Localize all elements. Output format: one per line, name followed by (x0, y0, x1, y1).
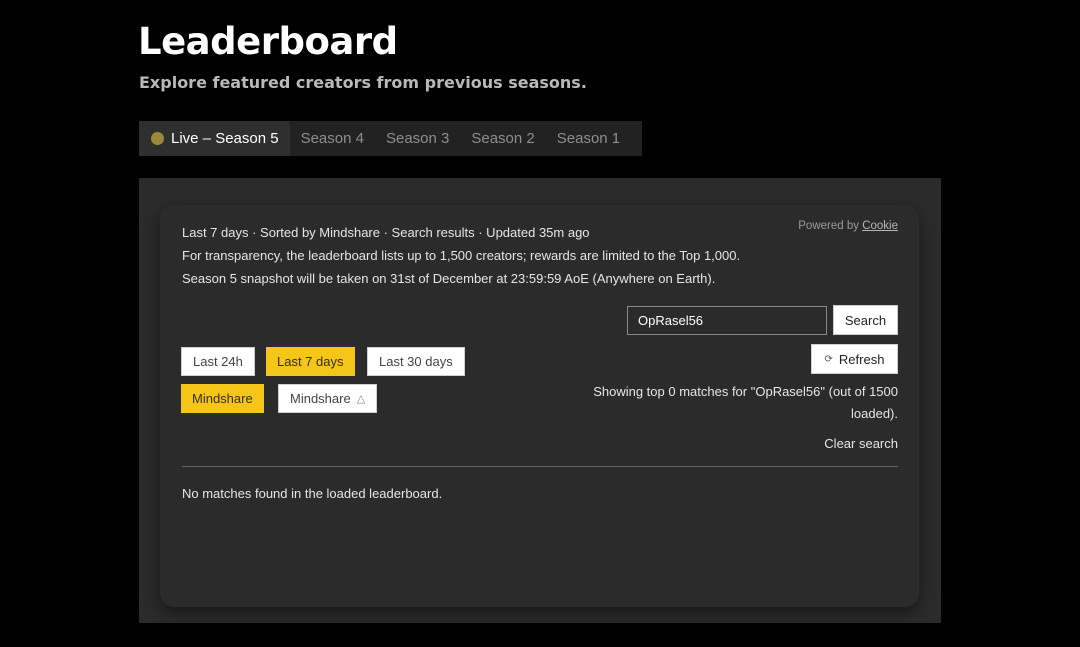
triangle-up-icon: △ (356, 393, 366, 405)
meta-snapshot-line: Season 5 snapshot will be taken on 31st … (182, 271, 716, 286)
tab-season-1[interactable]: Season 1 (546, 121, 631, 156)
empty-state-message: No matches found in the loaded leaderboa… (182, 486, 443, 501)
powered-by-label: Powered by (798, 220, 859, 232)
powered-by: Powered by Cookie (798, 220, 898, 232)
sort-mindshare-asc-button[interactable]: Mindshare △ (278, 384, 378, 413)
page-title: Leaderboard (138, 20, 398, 63)
sort-label: Mindshare (290, 391, 351, 406)
page-subtitle: Explore featured creators from previous … (139, 73, 587, 92)
search-input[interactable] (627, 306, 827, 335)
clear-search-link[interactable]: Clear search (824, 436, 898, 451)
filter-last-24h-button[interactable]: Last 24h (181, 347, 255, 376)
refresh-button[interactable]: ⟳ Refresh (811, 344, 898, 374)
filter-last-30-days-button[interactable]: Last 30 days (367, 347, 465, 376)
tab-live-season-5[interactable]: Live – Season 5 (139, 121, 290, 156)
meta-transparency-line: For transparency, the leaderboard lists … (182, 248, 741, 263)
tab-season-3[interactable]: Season 3 (375, 121, 460, 156)
leaderboard-page: Leaderboard Explore featured creators fr… (0, 0, 1080, 647)
sort-mindshare-button[interactable]: Mindshare (181, 384, 264, 413)
tab-label: Live – Season 5 (171, 130, 279, 147)
refresh-label: Refresh (838, 351, 885, 367)
filter-last-7-days-button[interactable]: Last 7 days (266, 347, 355, 376)
cookie-link[interactable]: Cookie (862, 220, 898, 232)
refresh-icon: ⟳ (824, 353, 833, 365)
search-results-summary: Showing top 0 matches for "OpRasel56" (o… (593, 384, 898, 421)
tab-season-4[interactable]: Season 4 (290, 121, 375, 156)
live-indicator-icon (151, 132, 164, 145)
tab-season-2[interactable]: Season 2 (460, 121, 545, 156)
meta-status-line: Last 7 days · Sorted by Mindshare · Sear… (182, 225, 590, 240)
leaderboard-meta: Last 7 days · Sorted by Mindshare · Sear… (182, 221, 740, 290)
divider (182, 466, 898, 467)
search-button[interactable]: Search (833, 305, 898, 335)
season-tabs: Live – Season 5 Season 4 Season 3 Season… (139, 121, 642, 156)
